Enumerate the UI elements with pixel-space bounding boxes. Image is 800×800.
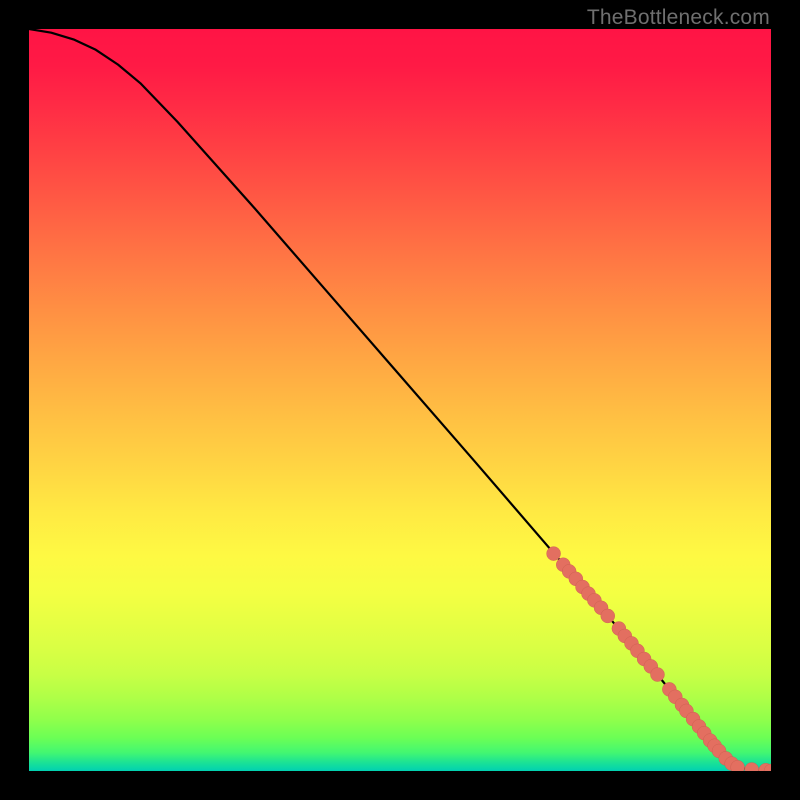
curve-line xyxy=(29,29,771,771)
attribution-text: TheBottleneck.com xyxy=(587,6,770,30)
markers-group xyxy=(547,547,771,771)
plot-area xyxy=(29,29,771,771)
data-marker xyxy=(601,609,615,623)
chart-overlay xyxy=(29,29,771,771)
data-marker xyxy=(547,547,561,561)
data-marker xyxy=(745,763,759,771)
chart-stage: TheBottleneck.com xyxy=(0,0,800,800)
data-marker xyxy=(650,668,664,682)
